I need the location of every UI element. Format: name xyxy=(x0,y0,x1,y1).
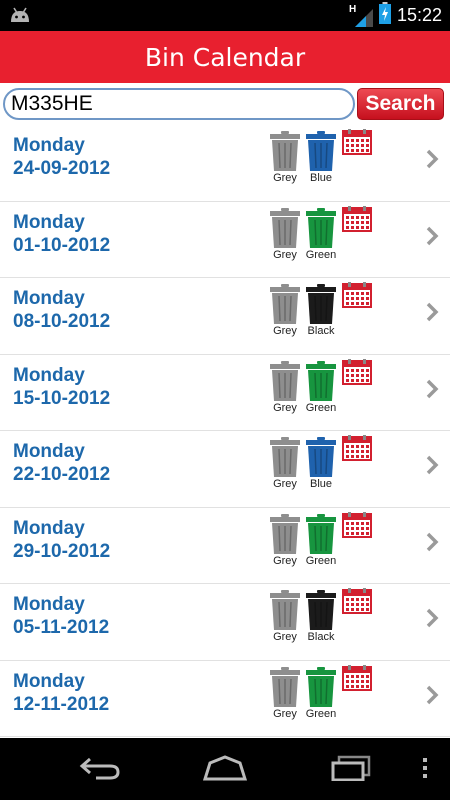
bin: Grey xyxy=(270,513,300,567)
chevron-right-icon[interactable] xyxy=(425,608,439,633)
collection-row[interactable]: Monday 15-10-2012 Grey Green xyxy=(0,355,450,431)
calendar-icon[interactable] xyxy=(342,205,372,237)
calendar-icon[interactable] xyxy=(342,588,372,619)
chevron-right-icon[interactable] xyxy=(425,149,439,174)
recent-apps-icon[interactable] xyxy=(330,755,372,786)
calendar-icon[interactable] xyxy=(342,282,372,313)
collection-date: 08-10-2012 xyxy=(13,311,111,332)
collection-row[interactable]: Monday 24-09-2012 Grey Blue xyxy=(0,125,450,202)
collection-date: 05-11-2012 xyxy=(13,617,110,638)
blue-bin-icon xyxy=(306,131,336,171)
grey-bin-icon xyxy=(270,513,300,554)
bin-label: Green xyxy=(305,554,337,567)
bin: Grey xyxy=(270,590,300,643)
black-bin-icon xyxy=(306,590,336,630)
collection-date: 15-10-2012 xyxy=(13,387,111,409)
system-nav-bar xyxy=(0,738,450,800)
calendar-icon[interactable] xyxy=(342,664,372,696)
chevron-right-icon[interactable] xyxy=(425,532,439,557)
grey-bin-icon xyxy=(270,207,300,248)
collection-day: Monday xyxy=(13,441,85,462)
chevron-right-icon[interactable] xyxy=(425,302,439,327)
bin-label: Black xyxy=(307,325,335,337)
bin: Grey xyxy=(270,131,300,184)
grey-bin-icon xyxy=(270,131,300,171)
network-type: H xyxy=(348,3,357,15)
collection-row[interactable]: Monday 12-11-2012 Grey Green xyxy=(0,661,450,737)
chevron-right-icon[interactable] xyxy=(425,685,439,710)
bin: Green xyxy=(306,360,336,414)
blue-bin-icon xyxy=(306,437,336,477)
chevron-right-icon[interactable] xyxy=(425,226,439,251)
signal-icon: H xyxy=(348,3,373,27)
battery-icon xyxy=(378,2,391,29)
collection-day: Monday xyxy=(13,288,85,309)
collection-day: Monday xyxy=(13,135,85,156)
status-bar: H 15:22 xyxy=(0,0,450,31)
bin: Green xyxy=(306,207,336,261)
grey-bin-icon xyxy=(270,666,300,707)
collection-row[interactable]: Monday 01-10-2012 Grey Green xyxy=(0,202,450,278)
search-bar: Search xyxy=(0,83,450,125)
search-button[interactable]: Search xyxy=(357,88,444,120)
collection-row[interactable]: Monday 08-10-2012 Grey Black xyxy=(0,278,450,355)
green-bin-icon xyxy=(306,513,336,554)
calendar-icon[interactable] xyxy=(342,129,372,160)
calendar-icon[interactable] xyxy=(342,358,372,390)
postcode-search-input[interactable] xyxy=(3,88,355,120)
grey-bin-icon xyxy=(270,437,300,477)
green-bin-icon xyxy=(306,207,336,248)
collection-day: Monday xyxy=(13,211,85,233)
calendar-icon[interactable] xyxy=(342,435,372,466)
bin-label: Blue xyxy=(309,478,333,490)
chevron-right-icon[interactable] xyxy=(425,455,439,480)
black-bin-icon xyxy=(306,284,336,324)
grey-bin-icon xyxy=(270,590,300,630)
bin: Green xyxy=(306,666,336,720)
clock: 15:22 xyxy=(396,5,442,25)
green-bin-icon xyxy=(306,360,336,401)
bin: Grey xyxy=(270,437,300,490)
collection-day: Monday xyxy=(13,594,85,615)
collection-list: Monday 24-09-2012 Grey Blue Monday 01-10-2012… xyxy=(0,125,450,738)
collection-day: Monday xyxy=(13,364,85,386)
collection-date: 01-10-2012 xyxy=(13,234,111,256)
bin-label: Green xyxy=(305,248,337,261)
bin: Blue xyxy=(306,437,336,490)
home-icon[interactable] xyxy=(202,755,248,786)
collection-day: Monday xyxy=(13,517,85,539)
app-title-bar: Bin Calendar xyxy=(0,31,450,83)
page-title: Bin Calendar xyxy=(144,42,306,72)
bin-label: Green xyxy=(305,707,337,720)
green-bin-icon xyxy=(306,666,336,707)
bin: Black xyxy=(306,284,336,337)
collection-row[interactable]: Monday 05-11-2012 Grey Black xyxy=(0,584,450,661)
grey-bin-icon xyxy=(270,360,300,401)
android-icon xyxy=(8,5,32,30)
bin-label: Green xyxy=(305,401,337,414)
collection-date: 22-10-2012 xyxy=(13,464,111,485)
collection-date: 12-11-2012 xyxy=(13,693,110,715)
calendar-icon[interactable] xyxy=(342,511,372,543)
bin: Green xyxy=(306,513,336,567)
bin: Grey xyxy=(270,284,300,337)
bin-label: Black xyxy=(307,631,335,643)
bin: Grey xyxy=(270,666,300,720)
chevron-right-icon[interactable] xyxy=(425,379,439,404)
collection-date: 29-10-2012 xyxy=(13,540,111,562)
collection-row[interactable]: Monday 29-10-2012 Grey Green xyxy=(0,508,450,584)
collection-date: 24-09-2012 xyxy=(13,158,111,179)
overflow-menu-icon[interactable] xyxy=(422,755,428,786)
collection-day: Monday xyxy=(13,670,85,692)
bin: Blue xyxy=(306,131,336,184)
bin: Black xyxy=(306,590,336,643)
bin: Grey xyxy=(270,360,300,414)
bin-label: Blue xyxy=(309,172,333,184)
back-icon[interactable] xyxy=(78,755,122,786)
collection-row[interactable]: Monday 22-10-2012 Grey Blue xyxy=(0,431,450,508)
grey-bin-icon xyxy=(270,284,300,324)
bin: Grey xyxy=(270,207,300,261)
